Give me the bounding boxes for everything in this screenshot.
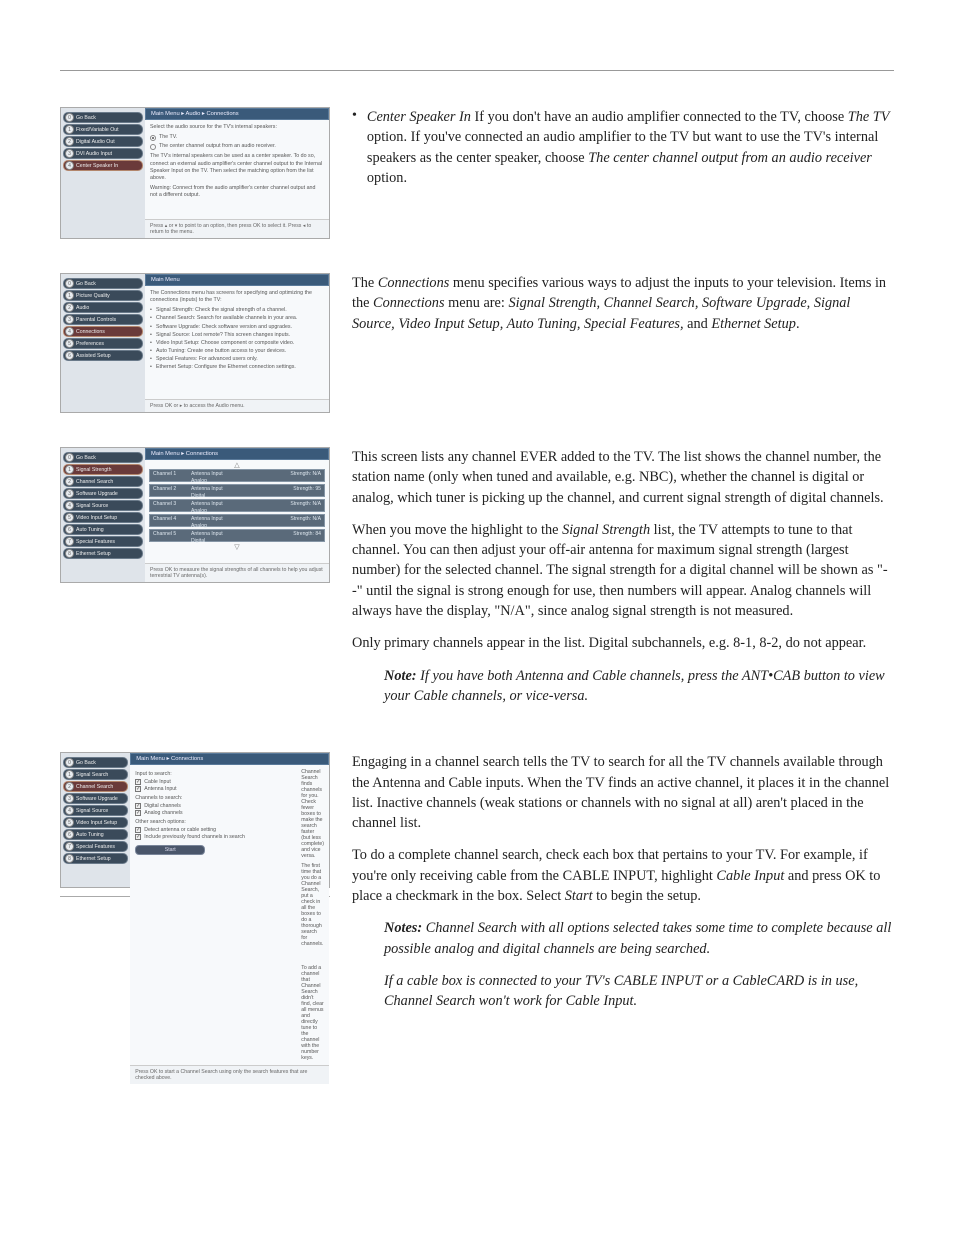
menu-sidebar: 0Go Back 1Signal Strength 2Channel Searc…: [61, 448, 145, 582]
menu-item-auto-tuning[interactable]: 6Auto Tuning: [63, 524, 143, 535]
channel-search-p1: Engaging in a channel search tells the T…: [352, 752, 894, 833]
menu-item-channel-search[interactable]: 2Channel Search: [63, 476, 143, 487]
menu-sidebar: 0Go Back 1Fixed/Variable Out 2Digital Au…: [61, 108, 145, 238]
menu-item-center-speaker[interactable]: 4Center Speaker In: [63, 160, 143, 171]
checkbox-digital[interactable]: ✓Digital channels: [135, 803, 295, 809]
menu-item-channel-search[interactable]: 2Channel Search: [63, 781, 128, 792]
screenshot-channel-search: 0Go Back 1Signal Search 2Channel Search …: [60, 752, 330, 888]
menu-item-signal-source[interactable]: 4Signal Source: [63, 805, 128, 816]
menu-item-fixed-variable[interactable]: 1Fixed/Variable Out: [63, 124, 143, 135]
scroll-down-icon[interactable]: ▽: [149, 544, 325, 551]
screenshot-connections-menu: 0Go Back 1Picture Quality 2Audio 3Parent…: [60, 273, 330, 413]
menu-item-video-input-setup[interactable]: 5Video Input Setup: [63, 817, 128, 828]
checkbox-antenna-input[interactable]: ✓Antenna Input: [135, 786, 295, 792]
menu-item-assisted-setup[interactable]: 6Assisted Setup: [63, 350, 143, 361]
menu-item-software-upgrade[interactable]: 3Software Upgrade: [63, 793, 128, 804]
bullet-icon: •: [352, 107, 357, 200]
center-speaker-description: Center Speaker In If you don't have an a…: [367, 107, 894, 188]
menu-item-dvi-audio[interactable]: 3DVI Audio Input: [63, 148, 143, 159]
menu-item-audio[interactable]: 2Audio: [63, 302, 143, 313]
panel-body: Select the audio source for the TV's int…: [145, 120, 329, 219]
screenshot-signal-strength: 0Go Back 1Signal Strength 2Channel Searc…: [60, 447, 330, 583]
breadcrumb: Main Menu ▸ Audio ▸ Connections: [145, 108, 329, 120]
breadcrumb: Main Menu ▸ Connections: [145, 448, 329, 460]
table-row[interactable]: Channel 2Antenna InputDigitalStrength: 9…: [149, 484, 325, 497]
connections-description: The Connections menu specifies various w…: [352, 273, 894, 334]
menu-sidebar: 0Go Back 1Picture Quality 2Audio 3Parent…: [61, 274, 145, 412]
start-button[interactable]: Start: [135, 845, 205, 855]
signal-strength-p2: When you move the highlight to the Signa…: [352, 520, 894, 621]
scroll-up-icon[interactable]: △: [149, 462, 325, 469]
menu-sidebar: 0Go Back 1Signal Search 2Channel Search …: [61, 753, 130, 887]
panel-body: The Connections menu has screens for spe…: [145, 286, 329, 399]
menu-item-preferences[interactable]: 5Preferences: [63, 338, 143, 349]
checkbox-cable-input[interactable]: ✓Cable Input: [135, 779, 295, 785]
menu-item-signal-source[interactable]: 4Signal Source: [63, 500, 143, 511]
menu-item-go-back[interactable]: 0Go Back: [63, 112, 143, 123]
menu-item-signal-strength[interactable]: 1Signal Strength: [63, 464, 143, 475]
menu-item-connections[interactable]: 4Connections: [63, 326, 143, 337]
checkbox-include-prev[interactable]: ✓Include previously found channels in se…: [135, 834, 295, 840]
hint-bar: Press OK to start a Channel Search using…: [130, 1065, 329, 1084]
hint-bar: Press ▴ or ▾ to point to an option, then…: [145, 219, 329, 238]
table-row[interactable]: Channel 3Antenna InputAnalogStrength: N/…: [149, 499, 325, 512]
menu-item-software-upgrade[interactable]: 3Software Upgrade: [63, 488, 143, 499]
signal-strength-p1: This screen lists any channel EVER added…: [352, 447, 894, 508]
panel-body: Input to search: ✓Cable Input ✓Antenna I…: [130, 765, 329, 1065]
menu-item-go-back[interactable]: 0Go Back: [63, 278, 143, 289]
table-row[interactable]: Channel 1Antenna InputAnalogStrength: N/…: [149, 469, 325, 482]
menu-item-go-back[interactable]: 0Go Back: [63, 757, 128, 768]
menu-item-go-back[interactable]: 0Go Back: [63, 452, 143, 463]
menu-item-ethernet-setup[interactable]: 8Ethernet Setup: [63, 548, 143, 559]
panel-body: △ Channel 1Antenna InputAnalogStrength: …: [145, 460, 329, 563]
radio-center-channel[interactable]: The center channel output from an audio …: [150, 143, 324, 150]
menu-item-picture-quality[interactable]: 1Picture Quality: [63, 290, 143, 301]
screenshot-center-speaker: 0Go Back 1Fixed/Variable Out 2Digital Au…: [60, 107, 330, 239]
channel-search-note2: If a cable box is connected to your TV's…: [384, 971, 894, 1012]
hint-bar: Press OK or ▸ to access the Audio menu.: [145, 399, 329, 412]
menu-item-parental[interactable]: 3Parental Controls: [63, 314, 143, 325]
channel-search-note1: Notes: Channel Search with all options s…: [384, 918, 894, 959]
breadcrumb: Main Menu: [145, 274, 329, 286]
signal-strength-note: Note: If you have both Antenna and Cable…: [384, 666, 894, 707]
checkbox-analog[interactable]: ✓Analog channels: [135, 810, 295, 816]
hint-bar: Press OK to measure the signal strengths…: [145, 563, 329, 582]
menu-item-ethernet-setup[interactable]: 8Ethernet Setup: [63, 853, 128, 864]
breadcrumb: Main Menu ▸ Connections: [130, 753, 329, 765]
checkbox-detect[interactable]: ✓Detect antenna or cable setting: [135, 827, 295, 833]
menu-item-signal-search[interactable]: 1Signal Search: [63, 769, 128, 780]
menu-item-auto-tuning[interactable]: 6Auto Tuning: [63, 829, 128, 840]
radio-tv[interactable]: The TV.: [150, 134, 324, 141]
menu-item-special-features[interactable]: 7Special Features: [63, 536, 143, 547]
table-row[interactable]: Channel 4Antenna InputAnalogStrength: N/…: [149, 514, 325, 527]
menu-item-video-input-setup[interactable]: 5Video Input Setup: [63, 512, 143, 523]
menu-item-digital-audio[interactable]: 2Digital Audio Out: [63, 136, 143, 147]
table-row[interactable]: Channel 5Antenna InputDigitalStrength: 8…: [149, 529, 325, 542]
signal-strength-p3: Only primary channels appear in the list…: [352, 633, 894, 653]
channel-search-p2: To do a complete channel search, check e…: [352, 845, 894, 906]
menu-item-special-features[interactable]: 7Special Features: [63, 841, 128, 852]
